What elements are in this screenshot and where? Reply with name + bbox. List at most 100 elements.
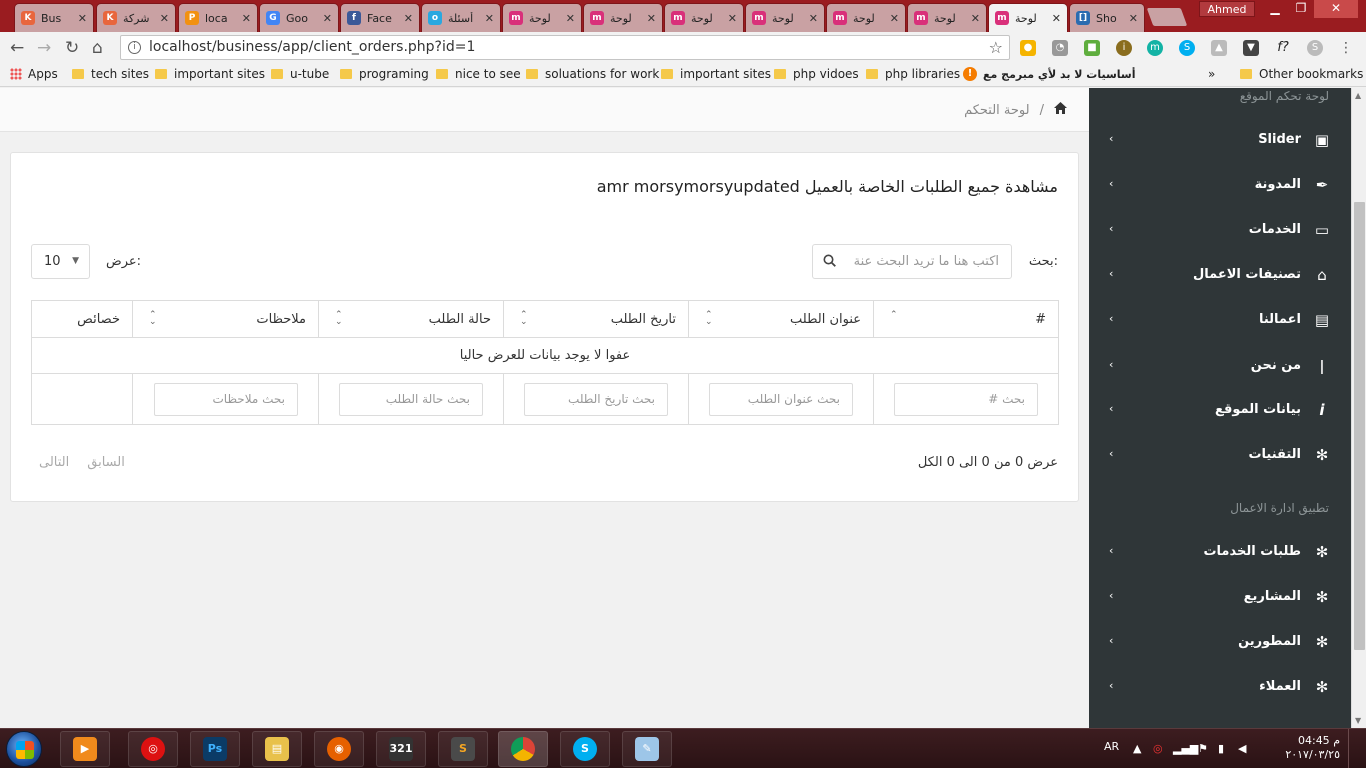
filter-order-status-input[interactable]: بحث حالة الطلب — [339, 382, 483, 416]
sidebar-item-developers[interactable]: ✻ المطورين ‹ — [1089, 622, 1351, 662]
close-tab-icon[interactable]: ✕ — [160, 12, 169, 25]
bookmark-link[interactable]: ! أساسيات لا بد لأي مبرمج مع — [963, 67, 1136, 81]
close-tab-icon[interactable]: ✕ — [971, 12, 980, 25]
taskbar-chrome[interactable] — [498, 731, 548, 767]
sidebar-item-about[interactable]: ǀ من نحن ‹ — [1089, 346, 1351, 386]
bookmark-folder[interactable]: important sites — [155, 67, 265, 81]
browser-tab[interactable]: m لوحة ✕ — [826, 3, 906, 32]
page-scrollbar[interactable]: ▲ ▼ — [1351, 88, 1366, 728]
next-page-button[interactable]: التالى — [39, 455, 69, 470]
close-tab-icon[interactable]: ✕ — [728, 12, 737, 25]
network-icon[interactable]: ▂▄▆ — [1173, 742, 1198, 755]
pocket-extension-icon[interactable]: ▼ — [1243, 40, 1259, 56]
browser-tab[interactable]: G Goo ✕ — [259, 3, 339, 32]
scroll-down-arrow-icon[interactable]: ▼ — [1355, 716, 1361, 725]
column-header-order-title[interactable]: عنوان الطلب ⌃ ⌄ — [688, 300, 874, 338]
clock-extension-icon[interactable]: ◔ — [1052, 40, 1068, 56]
browser-tab[interactable]: o أسئلة ✕ — [421, 3, 501, 32]
scrollbar-thumb[interactable] — [1354, 202, 1365, 650]
filter-number-input[interactable]: بحث # — [894, 382, 1038, 416]
browser-tab[interactable]: m لوحة ✕ — [502, 3, 582, 32]
close-tab-icon[interactable]: ✕ — [647, 12, 656, 25]
bulb-extension-icon[interactable]: ● — [1020, 40, 1036, 56]
sidebar-item-our-work[interactable]: ▤ اعمالنا ‹ — [1089, 300, 1351, 340]
close-tab-icon[interactable]: ✕ — [566, 12, 575, 25]
scroll-up-arrow-icon[interactable]: ▲ — [1355, 91, 1361, 100]
skype-gray-extension-icon[interactable]: S — [1307, 40, 1323, 56]
browser-tab[interactable]: m لوحة ✕ — [664, 3, 744, 32]
browser-tab-active[interactable]: m لوحة ✕ — [988, 3, 1068, 32]
volume-icon[interactable]: ◀ — [1238, 742, 1250, 755]
search-input[interactable]: اكتب هنا ما تريد البحث عنة — [812, 244, 1012, 279]
tray-expand-icon[interactable]: ▲ — [1133, 742, 1145, 755]
taskbar-paint[interactable]: ✎ — [622, 731, 672, 767]
close-tab-icon[interactable]: ✕ — [890, 12, 899, 25]
prev-page-button[interactable]: السابق — [87, 455, 125, 470]
close-tab-icon[interactable]: ✕ — [485, 12, 494, 25]
sidebar-item-blog[interactable]: ✒ المدونة ‹ — [1089, 165, 1351, 205]
flag-icon[interactable]: ⚑ — [1198, 742, 1210, 755]
bookmark-folder[interactable]: nice to see — [436, 67, 521, 81]
taskbar-firefox[interactable]: ◉ — [314, 731, 364, 767]
bookmark-folder[interactable]: php libraries — [866, 67, 960, 81]
close-tab-icon[interactable]: ✕ — [809, 12, 818, 25]
taskbar-sublime[interactable]: S — [438, 731, 488, 767]
filter-order-date-input[interactable]: بحث تاريخ الطلب — [524, 382, 668, 416]
close-tab-icon[interactable]: ✕ — [1129, 12, 1138, 25]
taskbar-browser-red[interactable]: ◎ — [128, 731, 178, 767]
font-extension-icon[interactable]: f? — [1275, 40, 1291, 56]
coin-extension-icon[interactable]: i — [1116, 40, 1132, 56]
antivirus-icon[interactable]: ◎ — [1153, 742, 1165, 755]
close-tab-icon[interactable]: ✕ — [78, 12, 87, 25]
sidebar-item-services[interactable]: ▭ الخدمات ‹ — [1089, 210, 1351, 250]
close-window-icon[interactable]: ✕ — [1314, 0, 1358, 18]
page-length-select[interactable]: 10 ▼ — [31, 244, 90, 279]
home-icon[interactable]: ⌂ — [92, 38, 103, 58]
other-bookmarks[interactable]: Other bookmarks — [1240, 67, 1363, 81]
filter-order-title-input[interactable]: بحث عنوان الطلب — [709, 382, 853, 416]
info-icon[interactable]: i — [128, 41, 141, 54]
browser-tab[interactable]: Ploca ✕ — [178, 3, 258, 32]
taskbar-skype[interactable]: S — [560, 731, 610, 767]
show-desktop-button[interactable] — [1348, 729, 1358, 768]
bookmark-folder[interactable]: important sites — [661, 67, 771, 81]
filter-notes-input[interactable]: بحث ملاحظات — [154, 382, 298, 416]
bookmark-folder[interactable]: soluations for work — [526, 67, 659, 81]
m-extension-icon[interactable]: m — [1147, 40, 1163, 56]
browser-tab[interactable]: K شركة ✕ — [96, 3, 176, 32]
column-header-order-date[interactable]: تاريخ الطلب ⌃ ⌄ — [503, 300, 689, 338]
sidebar-item-technologies[interactable]: ✻ التقنيات ‹ — [1089, 435, 1351, 475]
browser-tab[interactable]: K Bus ✕ — [14, 3, 94, 32]
clock[interactable]: 04:45 م ٢٠١٧/٠٣/٢٥ — [1285, 734, 1340, 762]
bookmark-folder[interactable]: tech sites — [72, 67, 149, 81]
bookmark-folder[interactable]: php vidoes — [774, 67, 859, 81]
start-button[interactable] — [6, 731, 42, 767]
hat-extension-icon[interactable]: ▲ — [1211, 40, 1227, 56]
bookmark-apps[interactable]: Apps — [10, 67, 58, 81]
restore-icon[interactable]: ❐ — [1288, 0, 1314, 18]
column-header-notes[interactable]: ملاحظات ⌃ ⌄ — [132, 300, 319, 338]
battery-icon[interactable]: ▮ — [1218, 742, 1230, 755]
android-extension-icon[interactable]: ■ — [1084, 40, 1100, 56]
home-icon[interactable] — [1054, 102, 1067, 118]
bookmark-star-icon[interactable]: ☆ — [989, 36, 1003, 59]
new-tab-button[interactable] — [1146, 8, 1188, 26]
sidebar-item-work-categories[interactable]: ⌂ تصنيفات الاعمال ‹ — [1089, 255, 1351, 295]
bookmark-folder[interactable]: programing — [340, 67, 429, 81]
skype-extension-icon[interactable]: S — [1179, 40, 1195, 56]
browser-tab[interactable]: m لوحة ✕ — [583, 3, 663, 32]
more-bookmarks-chevron[interactable]: » — [1208, 67, 1215, 81]
close-tab-icon[interactable]: ✕ — [1052, 12, 1061, 25]
sidebar-item-site-info[interactable]: i بيانات الموقع ‹ — [1089, 390, 1351, 430]
sidebar-item-slider[interactable]: ▣ Slider ‹ — [1089, 120, 1351, 160]
reload-icon[interactable]: ↻ — [65, 38, 79, 58]
browser-tab[interactable]: m لوحة ✕ — [907, 3, 987, 32]
browser-tab[interactable]: [] Sho ✕ — [1069, 3, 1145, 32]
back-arrow-icon[interactable]: ← — [10, 38, 24, 58]
taskbar-media-321[interactable]: 321 — [376, 731, 426, 767]
taskbar-explorer[interactable]: ▤ — [252, 731, 302, 767]
sidebar-item-service-requests[interactable]: ✻ طلبات الخدمات ‹ — [1089, 532, 1351, 572]
profile-button[interactable]: Ahmed — [1199, 1, 1255, 17]
language-indicator[interactable]: AR — [1104, 740, 1119, 753]
menu-icon[interactable]: ⋮ — [1338, 40, 1354, 56]
